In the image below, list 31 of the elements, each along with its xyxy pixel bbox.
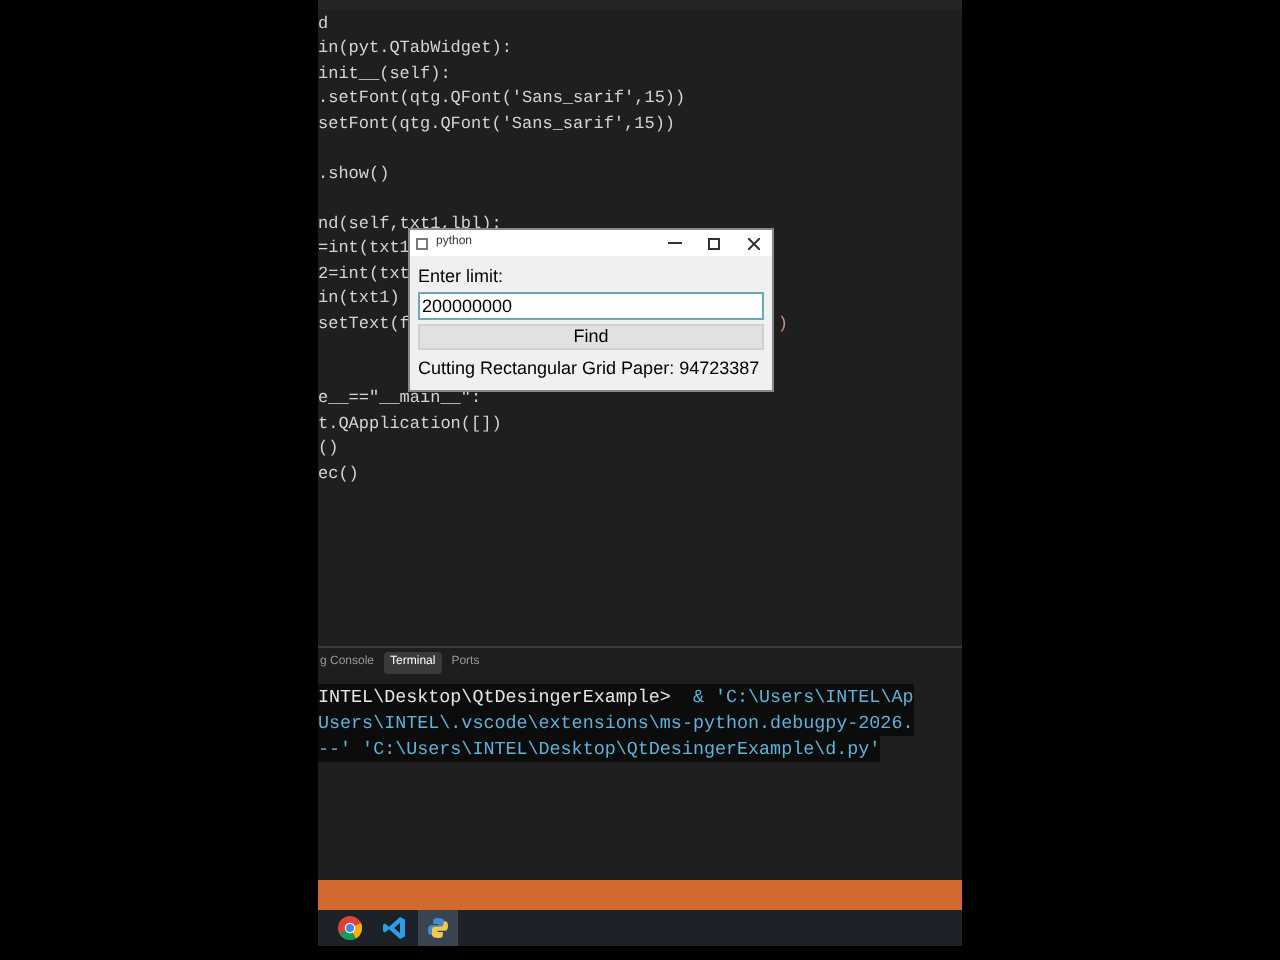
code-line: =int(txt1 — [318, 236, 410, 263]
code-line: e__=="__main__": — [318, 386, 482, 413]
maximize-button[interactable] — [708, 237, 720, 249]
code-line: ec() — [318, 461, 359, 488]
result-label: Cutting Rectangular Grid Paper: 94723387 — [418, 358, 762, 380]
code-line: setText(f — [318, 311, 410, 338]
window-icon — [416, 237, 428, 249]
code-editor-icon[interactable] — [382, 916, 406, 940]
find-button[interactable]: Find — [418, 324, 764, 350]
code-line: nd(self,txt1,lbl): — [318, 211, 502, 235]
code-line: in(txt1) — [318, 286, 400, 313]
python-icon[interactable] — [426, 916, 450, 940]
browser-icon[interactable] — [338, 916, 362, 940]
terminal-text: --' 'C:\Users\INTEL\Desktop\QtDesingerExample\d.py' — [318, 735, 881, 763]
taskbar-button[interactable] — [418, 910, 458, 946]
code-line: init__(self): — [318, 61, 451, 88]
code-line: .setFont(qtg.QFont('Sans_sarif',15)) — [318, 86, 686, 113]
code-line: d — [318, 11, 329, 38]
code-line: in(pyt.QTabWidget): — [318, 36, 512, 63]
code-line: t.QApplication([]) — [318, 411, 502, 438]
code-line: .show() — [318, 161, 390, 188]
code-line: () — [318, 436, 339, 463]
close-button[interactable] — [748, 237, 760, 249]
minimize-button[interactable] — [668, 236, 682, 250]
prompt-label: Enter limit: — [418, 266, 506, 288]
limit-input[interactable]: 200000000 — [418, 292, 764, 320]
code-line: setFont(qtg.QFont('Sans_sarif',15)) — [318, 111, 676, 138]
code-line: 2=int(txt — [318, 261, 410, 288]
terminal-text: Users\INTEL\.vscode\extensions\ms-python.debugpy-2026. — [318, 709, 914, 737]
terminal-text: INTEL\Desktop\QtDesingerExample> — [318, 683, 682, 711]
terminal-text: & 'C:\Users\INTEL\Ap — [681, 683, 914, 711]
